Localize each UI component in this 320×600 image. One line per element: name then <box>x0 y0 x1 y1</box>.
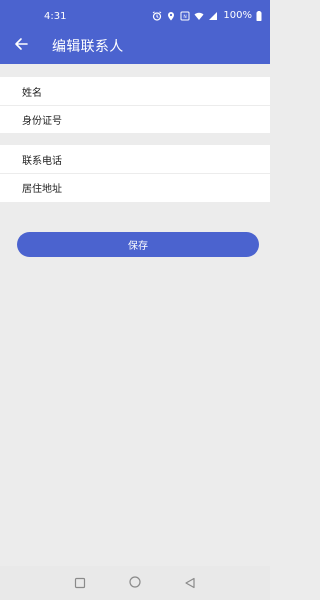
alarm-icon <box>152 10 162 21</box>
system-nav-bar <box>0 566 270 600</box>
battery-icon <box>256 10 262 21</box>
nfc-icon: N <box>180 11 190 21</box>
home-icon <box>128 574 142 593</box>
signal-icon <box>208 11 218 21</box>
phone-field-label: 联系电话 <box>22 155 62 167</box>
nav-back-button[interactable] <box>182 575 198 591</box>
id-number-field[interactable]: 身份证号 <box>0 105 270 133</box>
svg-text:N: N <box>184 14 187 20</box>
recent-apps-button[interactable] <box>72 575 88 591</box>
name-field-label: 姓名 <box>22 87 42 99</box>
app-screen: 4:31 N 100% 编辑联系人 姓名 身份证号 联系电话 居住地址 保存 <box>0 0 270 600</box>
app-bar: 编辑联系人 <box>0 28 270 64</box>
id-number-field-label: 身份证号 <box>22 115 62 127</box>
wifi-icon <box>194 11 204 21</box>
save-button[interactable]: 保存 <box>17 232 259 257</box>
address-field[interactable]: 居住地址 <box>0 173 270 201</box>
form-group-contact: 联系电话 居住地址 <box>0 145 270 202</box>
status-icons: N 100% <box>152 10 262 21</box>
battery-percent: 100% <box>223 10 252 21</box>
arrow-left-icon <box>14 36 28 55</box>
home-button[interactable] <box>127 575 143 591</box>
recent-apps-icon <box>74 574 86 593</box>
form-group-personal: 姓名 身份证号 <box>0 77 270 133</box>
phone-field[interactable]: 联系电话 <box>0 145 270 173</box>
status-time: 4:31 <box>44 11 67 22</box>
address-field-label: 居住地址 <box>22 183 62 195</box>
top-bar: 4:31 N 100% 编辑联系人 <box>0 0 270 64</box>
name-field[interactable]: 姓名 <box>0 77 270 105</box>
status-bar: 4:31 N 100% <box>0 0 270 28</box>
page-title: 编辑联系人 <box>52 39 124 55</box>
back-icon <box>184 574 196 593</box>
back-button[interactable] <box>10 34 32 56</box>
location-icon <box>166 11 176 21</box>
